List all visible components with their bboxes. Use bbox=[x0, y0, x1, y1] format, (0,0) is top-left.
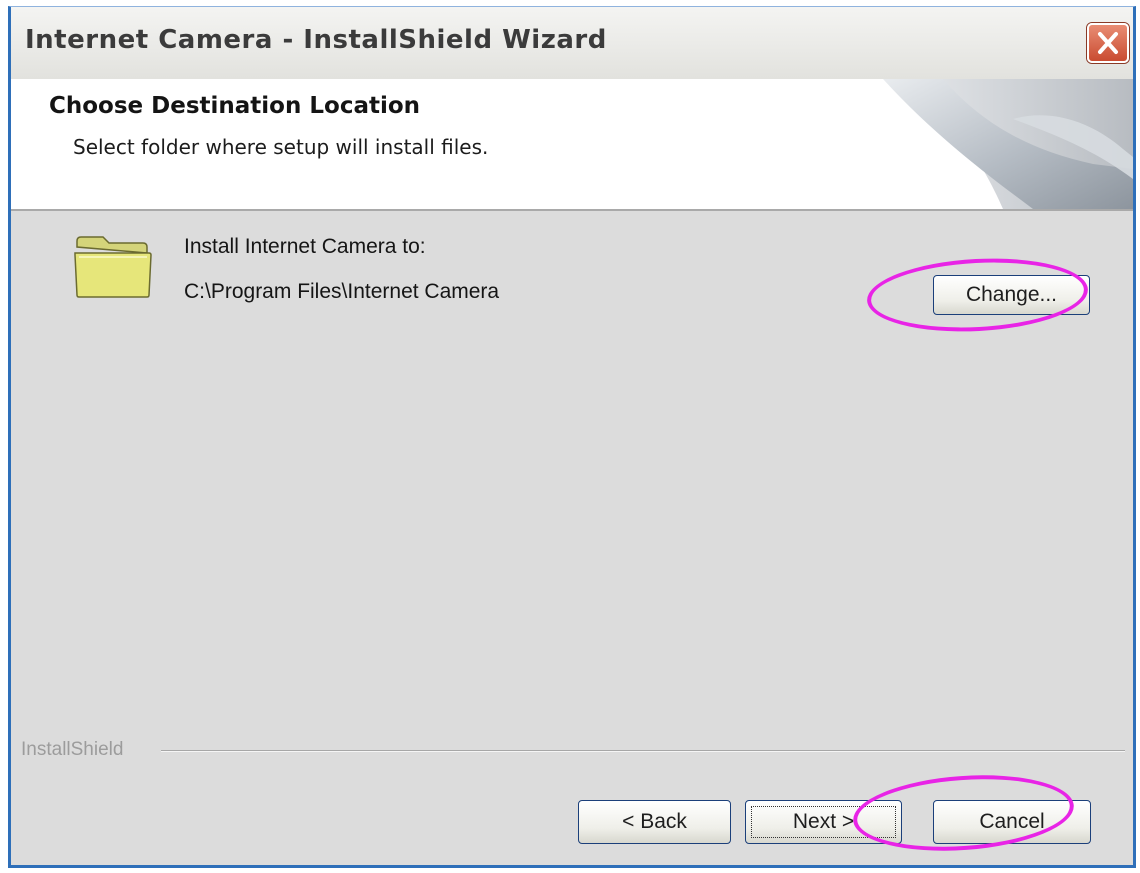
installshield-brand: InstallShield bbox=[21, 739, 124, 760]
page-curl-graphic bbox=[883, 79, 1133, 209]
wizard-header: Choose Destination Location Select folde… bbox=[11, 79, 1133, 211]
back-button[interactable]: < Back bbox=[578, 800, 731, 844]
window-title: Internet Camera - InstallShield Wizard bbox=[25, 25, 607, 55]
destination-path: C:\Program Files\Internet Camera bbox=[184, 280, 500, 303]
focus-ring bbox=[751, 806, 896, 838]
install-to-label: Install Internet Camera to: bbox=[184, 235, 426, 258]
cancel-button[interactable]: Cancel bbox=[933, 800, 1091, 844]
close-button[interactable] bbox=[1087, 23, 1129, 63]
page-subtitle: Select folder where setup will install f… bbox=[73, 135, 489, 159]
change-button[interactable]: Change... bbox=[933, 275, 1090, 315]
footer-divider bbox=[161, 750, 1125, 752]
folder-icon bbox=[74, 236, 152, 298]
installshield-wizard-window: Internet Camera - InstallShield Wizard C… bbox=[8, 6, 1136, 868]
page-title: Choose Destination Location bbox=[49, 93, 421, 119]
close-x-icon bbox=[1098, 32, 1118, 54]
title-bar[interactable]: Internet Camera - InstallShield Wizard bbox=[11, 7, 1133, 80]
next-button[interactable]: Next > bbox=[745, 800, 902, 844]
